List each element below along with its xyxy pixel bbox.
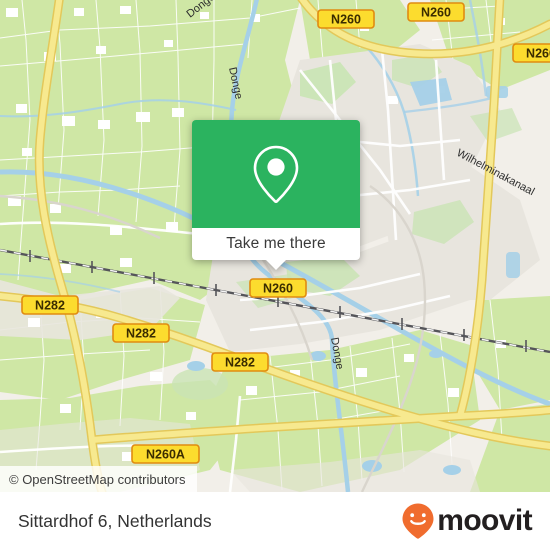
road-shield-n260a: N260A [131,444,200,464]
road-shield-label: N260A [146,448,185,462]
road-shield-label: N282 [35,299,65,313]
moovit-logo[interactable]: moovit [401,502,533,540]
location-popup-card[interactable]: Take me there [192,120,360,270]
map-pin-icon [253,145,299,203]
road-shield-n260: N260 [407,2,465,22]
moovit-location-screenshot: Donge Donge Donge Wilhelminakanaal N260 N260… [0,0,550,550]
road-shield-n260: N260 [512,43,550,63]
road-shield-n260: N260 [317,9,375,29]
road-shield-n282: N282 [21,295,79,315]
road-shield-label: N260 [526,47,550,61]
moovit-wordmark: moovit [437,504,532,537]
road-shield-n260: N260 [249,278,307,298]
road-shield-n282: N282 [112,323,170,343]
road-shield-n282: N282 [211,352,269,372]
popup-action-bar[interactable]: Take me there [192,228,360,270]
popup-tail-pointer [265,259,287,270]
footer-content: Sittardhof 6, Netherlands moovit [0,492,550,550]
osm-attribution-text[interactable]: © OpenStreetMap contributors [9,472,186,487]
road-shield-label: N282 [225,356,255,370]
road-shield-label: N260 [331,13,361,27]
popup-pin-panel [192,120,360,228]
footer-bar: Sittardhof 6, Netherlands moovit [0,492,550,550]
road-shield-label: N260 [263,282,293,296]
moovit-pin-icon [402,503,434,539]
road-shield-label: N260 [421,6,451,20]
road-shield-label: N282 [126,327,156,341]
take-me-there-label: Take me there [226,235,326,253]
location-address-label: Sittardhof 6, Netherlands [18,510,212,531]
map-attribution-bar: © OpenStreetMap contributors [0,466,197,492]
